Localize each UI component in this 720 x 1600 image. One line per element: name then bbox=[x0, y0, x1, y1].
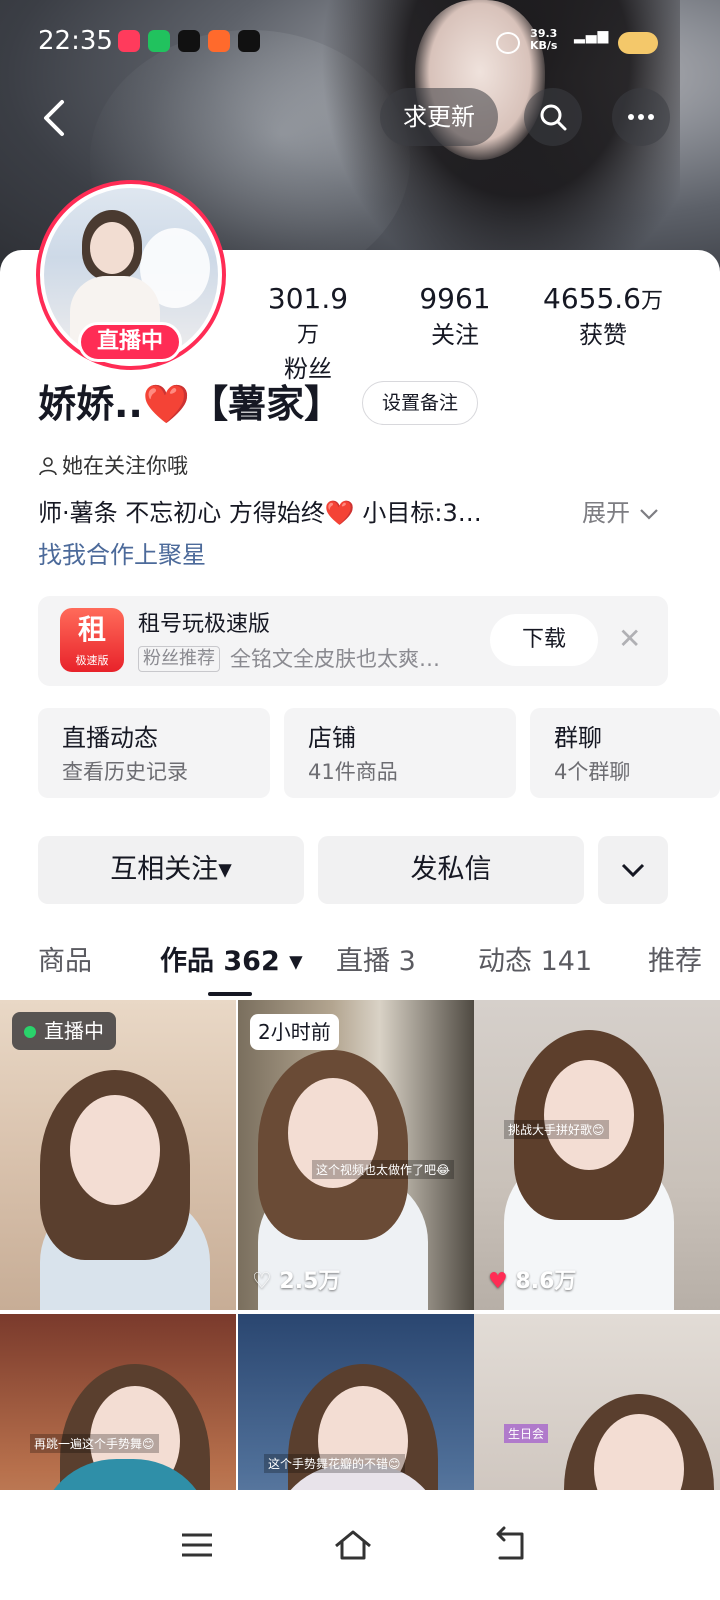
live-dot-icon bbox=[24, 1026, 36, 1038]
close-icon[interactable]: ✕ bbox=[618, 622, 641, 656]
like-count-value: 2.5万 bbox=[279, 1269, 341, 1294]
battery-icon bbox=[618, 32, 658, 54]
promotion-title: 租号玩极速版 bbox=[138, 612, 271, 637]
app-logo-sub: 极速版 bbox=[75, 654, 109, 667]
tile-live-history-sub: 查看历史记录 bbox=[62, 760, 188, 784]
tile-shop-title: 店铺 bbox=[308, 724, 356, 752]
follows-you-text: 她在关注你哦 bbox=[62, 454, 188, 478]
menu-button[interactable] bbox=[172, 1520, 222, 1570]
heart-filled-icon: ♥ bbox=[488, 1269, 508, 1294]
stat-likes[interactable]: 4655.6万 获赞 bbox=[538, 282, 668, 351]
active-tab-indicator bbox=[208, 992, 252, 996]
stat-fans-number: 301.9 bbox=[267, 282, 349, 315]
person-icon bbox=[39, 457, 57, 476]
like-count-value: 8.6万 bbox=[515, 1269, 577, 1294]
search-icon bbox=[540, 104, 567, 131]
stat-fans-unit: 万 bbox=[296, 323, 319, 348]
stat-fans[interactable]: 301.9万 粉丝 bbox=[258, 282, 358, 385]
video-thumbnail[interactable]: 再跳一遍这个手势舞😊 bbox=[0, 1314, 236, 1490]
heart-outline-icon: ♡ bbox=[252, 1269, 272, 1294]
cooperation-link[interactable]: 找我合作上聚星 bbox=[38, 538, 206, 572]
video-thumbnail[interactable]: 挑战大手拼好歌😊 ♥ 8.6万 bbox=[474, 1000, 720, 1310]
profile-bio: 师·薯条 不忘初心 方得始终❤️ 小目标:3… bbox=[38, 499, 482, 527]
video-caption: 这个手势舞花瓣的不错😊 bbox=[264, 1454, 405, 1473]
chevron-down-icon bbox=[639, 509, 658, 520]
network-speed: 39.3 KB/s bbox=[530, 28, 557, 52]
stat-following-number: 9961 bbox=[419, 282, 491, 315]
search-button[interactable] bbox=[524, 88, 582, 146]
app-logo-text: 租 bbox=[77, 613, 106, 646]
network-speed-unit: KB/s bbox=[530, 39, 558, 52]
tab-live[interactable]: 直播 3 bbox=[336, 944, 416, 980]
profile-name: 娇娇..❤️【薯家】 bbox=[38, 382, 343, 426]
tab-products[interactable]: 商品 bbox=[38, 944, 92, 980]
app-promotion-card[interactable]: 租极速版 租号玩极速版 粉丝推荐 全铭文全皮肤也太爽… 下载 ✕ bbox=[38, 596, 668, 686]
status-bar: 22:35 39.3 KB/s ▂▄▆ bbox=[0, 22, 720, 62]
tile-group-chat[interactable]: 群聊 4个群聊 bbox=[530, 708, 720, 798]
tile-group-chat-sub: 4个群聊 bbox=[554, 760, 631, 784]
tile-shop-sub: 41件商品 bbox=[308, 760, 398, 784]
set-note-button[interactable]: 设置备注 bbox=[362, 381, 478, 425]
send-message-button[interactable]: 发私信 bbox=[318, 836, 584, 904]
app-icon-red bbox=[118, 30, 140, 52]
expand-bio-button[interactable]: 展开 bbox=[582, 496, 660, 530]
stat-likes-label: 获赞 bbox=[579, 321, 627, 349]
request-update-button[interactable]: 求更新 bbox=[380, 88, 498, 146]
system-navigation-bar bbox=[0, 1490, 720, 1600]
tile-live-history[interactable]: 直播动态 查看历史记录 bbox=[38, 708, 270, 798]
back-arrow-icon bbox=[44, 100, 64, 136]
more-icon bbox=[628, 114, 654, 120]
tile-shop[interactable]: 店铺 41件商品 bbox=[284, 708, 516, 798]
download-button[interactable]: 下载 bbox=[490, 614, 598, 666]
mutual-follow-button[interactable]: 互相关注▾ bbox=[38, 836, 304, 904]
back-button[interactable] bbox=[40, 98, 84, 142]
like-count: ♡ 2.5万 bbox=[252, 1268, 340, 1296]
live-badge: 直播中 bbox=[12, 1012, 116, 1050]
video-grid: 直播中 2小时前 这个视频也太做作了吧😂 ♡ 2.5万 挑战大手拼好歌😊 ♥ 8… bbox=[0, 1000, 720, 1490]
signal-icon: ▂▄▆ bbox=[574, 28, 610, 44]
follows-you-hint: 她在关注你哦 bbox=[38, 452, 188, 480]
tab-posts[interactable]: 动态 141 bbox=[478, 944, 592, 980]
stat-following-label: 关注 bbox=[431, 321, 479, 349]
like-count: ♥ 8.6万 bbox=[488, 1268, 576, 1296]
home-icon bbox=[335, 1530, 371, 1560]
tile-group-chat-title: 群聊 bbox=[554, 724, 602, 752]
video-caption: 这个视频也太做作了吧😂 bbox=[312, 1160, 455, 1179]
stat-likes-unit: 万 bbox=[640, 289, 663, 314]
expand-label: 展开 bbox=[582, 499, 630, 527]
video-thumbnail[interactable]: 2小时前 这个视频也太做作了吧😂 ♡ 2.5万 bbox=[238, 1000, 474, 1310]
app-icon-orange bbox=[208, 30, 230, 52]
tile-live-history-title: 直播动态 bbox=[62, 724, 158, 752]
tiktok-icon-2 bbox=[238, 30, 260, 52]
home-button[interactable] bbox=[328, 1520, 378, 1570]
tiktok-icon bbox=[178, 30, 200, 52]
video-thumbnail[interactable]: 这个手势舞花瓣的不错😊 bbox=[238, 1314, 474, 1490]
status-time: 22:35 bbox=[38, 26, 113, 56]
video-thumbnail[interactable]: 生日会 bbox=[474, 1314, 720, 1490]
more-actions-button[interactable] bbox=[598, 836, 668, 904]
promotion-description: 全铭文全皮肤也太爽… bbox=[230, 647, 440, 671]
tab-works[interactable]: 作品 362 ▾ bbox=[160, 944, 303, 980]
post-time-badge: 2小时前 bbox=[250, 1014, 339, 1050]
app-logo: 租极速版 bbox=[60, 608, 124, 672]
live-badge-label: 直播中 bbox=[44, 1019, 104, 1043]
wechat-icon bbox=[148, 30, 170, 52]
live-status-badge[interactable]: 直播中 bbox=[78, 322, 182, 362]
return-icon bbox=[496, 1526, 524, 1560]
more-button[interactable] bbox=[612, 88, 670, 146]
alarm-icon bbox=[496, 32, 520, 54]
video-caption: 生日会 bbox=[504, 1424, 549, 1443]
back-nav-button[interactable] bbox=[486, 1520, 536, 1570]
video-caption: 挑战大手拼好歌😊 bbox=[504, 1120, 609, 1139]
chevron-down-icon bbox=[621, 863, 645, 878]
promotion-tag: 粉丝推荐 bbox=[138, 646, 220, 672]
menu-icon bbox=[182, 1533, 212, 1557]
tab-recommend[interactable]: 推荐 bbox=[648, 944, 702, 980]
content-tabs: 商品 作品 362 ▾ 直播 3 动态 141 推荐 bbox=[0, 934, 720, 998]
stat-following[interactable]: 9961 关注 bbox=[410, 282, 500, 351]
stat-likes-number: 4655.6 bbox=[543, 282, 641, 315]
video-caption: 再跳一遍这个手势舞😊 bbox=[30, 1434, 159, 1453]
video-thumbnail[interactable]: 直播中 bbox=[0, 1000, 236, 1310]
